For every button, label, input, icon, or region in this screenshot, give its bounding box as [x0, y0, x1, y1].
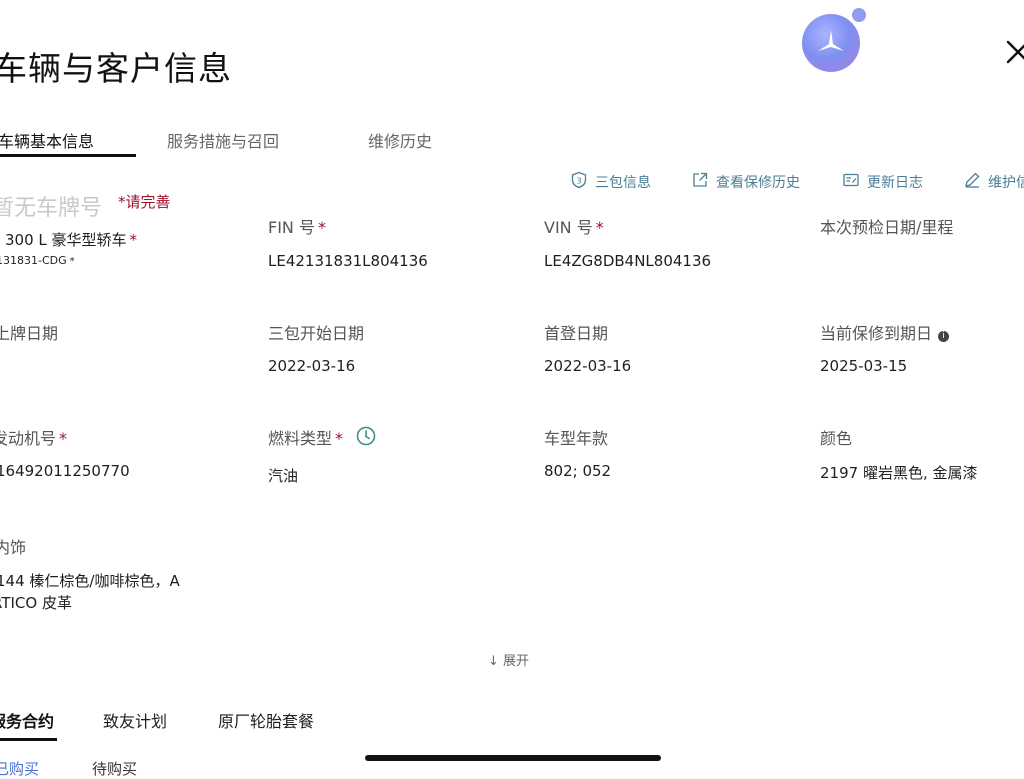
subtab-tire-package[interactable]: 原厂轮胎套餐 — [218, 708, 314, 732]
external-link-icon — [691, 171, 709, 193]
fin-label: FIN 号 * — [268, 214, 326, 238]
info-icon[interactable]: i — [938, 331, 950, 342]
required-mark: * — [129, 231, 138, 249]
warranty-end-label-text: 当前保修到期日 — [820, 324, 933, 343]
required-mark: * — [59, 429, 68, 448]
model-year-label: 车型年款 — [544, 429, 609, 448]
fuel-type-value: 汽油 — [268, 467, 299, 485]
svg-text:3: 3 — [576, 176, 581, 185]
maintenance-info-button[interactable]: 维护信 — [963, 171, 1024, 193]
first-registration-value: 2022-03-16 — [544, 357, 632, 375]
tab-active-underline — [0, 154, 136, 157]
subtab-friend-plan[interactable]: 致友计划 — [103, 708, 167, 732]
warranty-start-value: 2022-03-16 — [268, 357, 356, 375]
required-mark: * — [317, 218, 326, 237]
assistant-orb-icon[interactable] — [800, 4, 870, 72]
clock-icon[interactable] — [356, 426, 376, 446]
fuel-type-label: 燃料类型 * — [268, 425, 343, 449]
inspection-date-mileage-label: 本次预检日期/里程 — [820, 218, 954, 237]
engine-number-label: 发动机号 * — [0, 425, 67, 449]
purchased-tab[interactable]: 已购买 — [0, 758, 39, 779]
vin-label-text: VIN 号 — [544, 218, 593, 237]
warranty-end-value: 2025-03-15 — [820, 357, 908, 375]
engine-number-value: 16492011250770 — [0, 462, 130, 480]
tab-service-recall[interactable]: 服务措施与召回 — [167, 128, 279, 152]
page-title: 车辆与客户信息 — [0, 49, 232, 88]
update-log-label: 更新日志 — [867, 175, 923, 191]
fin-value: LE42131831L804136 — [268, 252, 428, 270]
model-year-value: 802; 052 — [544, 462, 612, 480]
vin-label: VIN 号 * — [544, 214, 604, 238]
plate-number-placeholder[interactable]: 暂无车牌号 — [0, 190, 102, 222]
to-purchase-tab[interactable]: 待购买 — [92, 758, 137, 779]
maintenance-info-label: 维护信 — [988, 175, 1024, 191]
fin-label-text: FIN 号 — [268, 218, 315, 237]
interior-value-line1: 144 榛仁棕色/咖啡棕色，A — [0, 572, 180, 590]
subtab-active-underline — [0, 738, 57, 741]
model-code-text: 131831-CDG — [0, 254, 67, 267]
edit-pencil-icon — [963, 171, 981, 193]
model-code-mark: * — [69, 256, 75, 267]
vin-value: LE4ZG8DB4NL804136 — [544, 252, 712, 270]
update-log-button[interactable]: 更新日志 — [842, 171, 923, 193]
engine-number-label-text: 发动机号 — [0, 429, 57, 448]
shield-3-icon: 3 — [570, 171, 588, 193]
first-registration-label: 首登日期 — [544, 324, 609, 343]
fuel-type-label-text: 燃料类型 — [268, 429, 333, 448]
color-label: 颜色 — [820, 429, 853, 448]
arrow-down-icon: ↓ — [488, 654, 499, 669]
expand-button[interactable]: ↓ 展开 — [488, 650, 529, 669]
home-indicator[interactable] — [365, 755, 661, 761]
interior-value-line2: RTICO 皮革 — [0, 594, 72, 612]
view-warranty-history-label: 查看保修历史 — [716, 175, 800, 191]
required-mark: * — [335, 429, 344, 448]
required-mark: * — [595, 218, 604, 237]
warranty-end-label: 当前保修到期日 i — [820, 320, 950, 344]
interior-label: 内饰 — [0, 538, 27, 557]
vehicle-model-code: 131831-CDG * — [0, 254, 75, 267]
model-name-text: 300 L 豪华型轿车 — [5, 231, 127, 249]
color-value: 2197 曜岩黑色, 金属漆 — [820, 464, 978, 482]
warranty-start-label: 三包开始日期 — [268, 324, 365, 343]
view-warranty-history-button[interactable]: 查看保修历史 — [691, 171, 800, 193]
plate-date-label: 上牌日期 — [0, 324, 59, 343]
close-icon[interactable] — [1002, 36, 1024, 66]
warranty-info-button[interactable]: 3 三包信息 — [570, 171, 651, 193]
tab-repair-history[interactable]: 维修历史 — [368, 128, 432, 152]
vehicle-model-name: 300 L 豪华型轿车 * — [5, 229, 137, 250]
warranty-info-label: 三包信息 — [595, 175, 651, 191]
expand-label: 展开 — [503, 654, 530, 669]
log-icon — [842, 171, 860, 193]
plate-required-note: *请完善 — [118, 193, 171, 211]
tab-vehicle-basic-info[interactable]: 车辆基本信息 — [0, 128, 94, 152]
subtab-service-contract[interactable]: 服务合约 — [0, 708, 54, 732]
